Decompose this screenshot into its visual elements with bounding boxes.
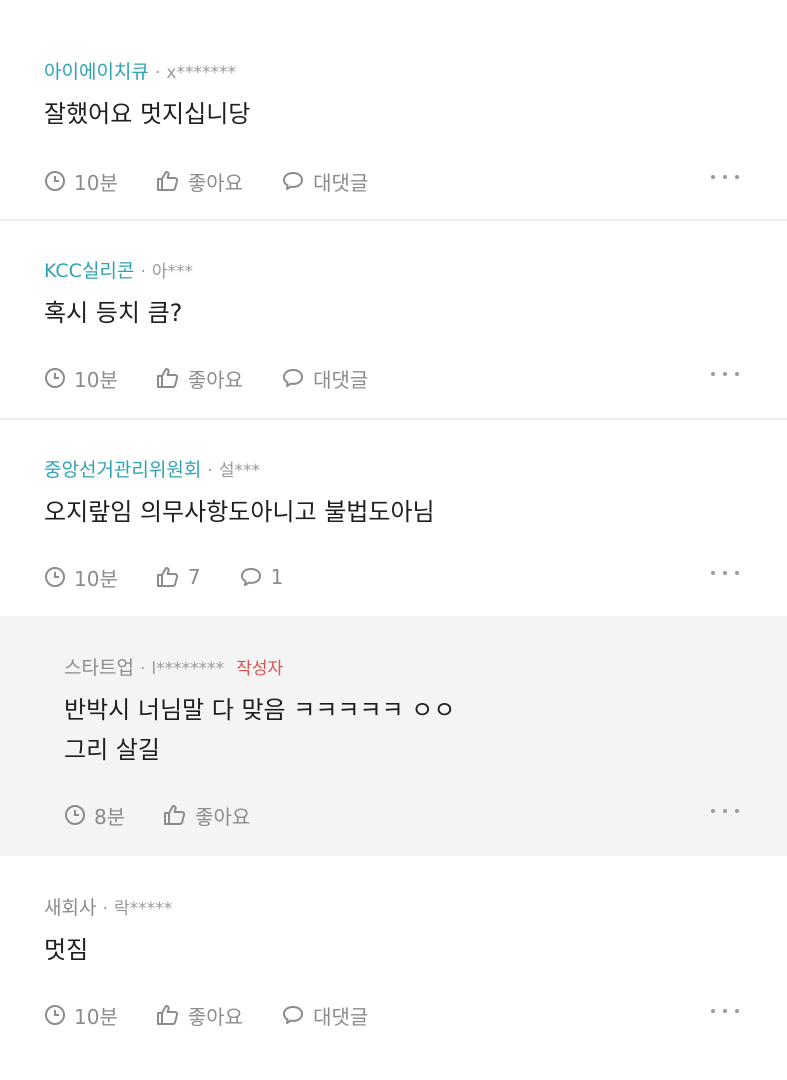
comment-header: 새회사 · 락***** xyxy=(44,896,172,921)
comment-line: 반박시 너님말 다 맞음 ㅋㅋㅋㅋㅋ ㅇㅇ xyxy=(64,696,456,724)
speech-bubble-icon xyxy=(240,568,261,586)
comment-header: 중앙선거관리위원회 · 설*** xyxy=(44,458,260,483)
like-button[interactable]: 좋아요 xyxy=(163,801,250,830)
like-button[interactable]: 좋아요 xyxy=(156,364,243,393)
reply-button[interactable]: 대댓글 xyxy=(281,364,368,393)
separator: · xyxy=(102,899,108,919)
comment: 중앙선거관리위원회 · 설*** 오지랖임 의무사항도아니고 불법도아님 10분… xyxy=(0,420,787,616)
author-name[interactable]: 아이에이치큐 xyxy=(44,61,149,83)
reply-button[interactable]: 대댓글 xyxy=(281,167,368,196)
reply-label: 대댓글 xyxy=(313,1004,369,1029)
masked-user-id: 설*** xyxy=(218,461,260,481)
comment-body: 반박시 너님말 다 맞음 ㅋㅋㅋㅋㅋ ㅇㅇ 그리 살길 xyxy=(64,690,455,770)
reply-button[interactable]: 1 xyxy=(239,565,284,589)
masked-user-id: l******** xyxy=(151,659,225,679)
time-text: 10분 xyxy=(74,170,118,195)
speech-bubble-icon xyxy=(283,172,304,190)
author-name[interactable]: 스타트업 xyxy=(64,657,134,679)
like-button[interactable]: 좋아요 xyxy=(156,167,243,196)
comment-meta: 10분 7 1 xyxy=(44,562,321,592)
reply-comment: 스타트업 · l******** 작성자 반박시 너님말 다 맞음 ㅋㅋㅋㅋㅋ … xyxy=(0,616,787,856)
more-dots-icon[interactable] xyxy=(711,806,739,816)
separator: · xyxy=(139,659,146,679)
separator: · xyxy=(154,63,161,83)
timestamp: 8분 xyxy=(64,801,125,830)
author-badge: 작성자 xyxy=(236,659,284,679)
clock-icon xyxy=(65,805,85,825)
comment-meta: 10분 좋아요 대댓글 xyxy=(44,1000,406,1030)
comment-body: 혹시 등치 큼? xyxy=(44,293,182,333)
comment-line: 혹시 등치 큼? xyxy=(44,299,183,327)
author-name[interactable]: 새회사 xyxy=(44,897,96,919)
author-name[interactable]: 중앙선거관리위원회 xyxy=(44,459,201,481)
more-dots-icon[interactable] xyxy=(711,369,739,379)
masked-user-id: 락***** xyxy=(113,899,173,919)
timestamp: 10분 xyxy=(44,563,118,592)
thumbs-up-icon xyxy=(156,1005,178,1025)
time-text: 8분 xyxy=(94,804,126,829)
masked-user-id: 아*** xyxy=(151,262,194,282)
clock-icon xyxy=(45,368,65,388)
thumbs-up-icon xyxy=(164,805,186,825)
comment-line: 멋짐 xyxy=(44,936,89,964)
time-text: 10분 xyxy=(74,566,118,591)
masked-user-id: x******* xyxy=(166,63,236,83)
timestamp: 10분 xyxy=(44,167,118,196)
author-name[interactable]: KCC실리콘 xyxy=(44,260,134,282)
comment-header: 아이에이치큐 · x******* xyxy=(44,60,236,85)
like-count: 7 xyxy=(187,565,201,589)
like-label: 좋아요 xyxy=(187,170,244,195)
like-label: 좋아요 xyxy=(187,1004,244,1029)
timestamp: 10분 xyxy=(44,364,118,393)
reply-label: 대댓글 xyxy=(313,367,369,392)
more-dots-icon[interactable] xyxy=(711,568,739,578)
more-dots-icon[interactable] xyxy=(711,1006,739,1016)
time-text: 10분 xyxy=(74,367,118,392)
speech-bubble-icon xyxy=(283,369,304,387)
comment-meta: 8분 좋아요 xyxy=(64,800,288,830)
comment-header: 스타트업 · l******** 작성자 xyxy=(64,656,283,681)
comment-meta: 10분 좋아요 대댓글 xyxy=(44,363,406,393)
like-button[interactable]: 7 xyxy=(156,565,201,589)
like-button[interactable]: 좋아요 xyxy=(156,1001,243,1030)
separator: · xyxy=(207,461,213,481)
like-label: 좋아요 xyxy=(195,804,251,829)
like-label: 좋아요 xyxy=(187,367,244,392)
comment-line: 오지랖임 의무사항도아니고 불법도아님 xyxy=(44,498,435,526)
comment: 아이에이치큐 · x******* 잘했어요 멋지십니당 10분 좋아요 대댓글 xyxy=(0,0,787,220)
timestamp: 10분 xyxy=(44,1001,118,1030)
clock-icon xyxy=(45,171,65,191)
comment-body: 오지랖임 의무사항도아니고 불법도아님 xyxy=(44,492,435,532)
comment: 새회사 · 락***** 멋짐 10분 좋아요 대댓글 xyxy=(0,856,787,1080)
more-dots-icon[interactable] xyxy=(711,172,739,182)
clock-icon xyxy=(45,567,65,587)
thumbs-up-icon xyxy=(156,171,178,191)
time-text: 10분 xyxy=(74,1004,118,1029)
comment-body: 잘했어요 멋지십니당 xyxy=(44,94,250,134)
comment: KCC실리콘 · 아*** 혹시 등치 큼? 10분 좋아요 대댓글 xyxy=(0,221,787,418)
speech-bubble-icon xyxy=(283,1006,304,1024)
comment-meta: 10분 좋아요 대댓글 xyxy=(44,166,406,196)
comment-header: KCC실리콘 · 아*** xyxy=(44,259,193,284)
clock-icon xyxy=(45,1005,65,1025)
reply-label: 대댓글 xyxy=(313,170,369,195)
comment-line: 그리 살길 xyxy=(64,736,160,764)
comment-line: 잘했어요 멋지십니당 xyxy=(44,100,251,128)
reply-button[interactable]: 대댓글 xyxy=(281,1001,368,1030)
thumbs-up-icon xyxy=(156,567,178,587)
separator: · xyxy=(140,262,146,282)
thumbs-up-icon xyxy=(156,368,178,388)
comment-body: 멋짐 xyxy=(44,930,88,970)
reply-count: 1 xyxy=(270,565,284,589)
